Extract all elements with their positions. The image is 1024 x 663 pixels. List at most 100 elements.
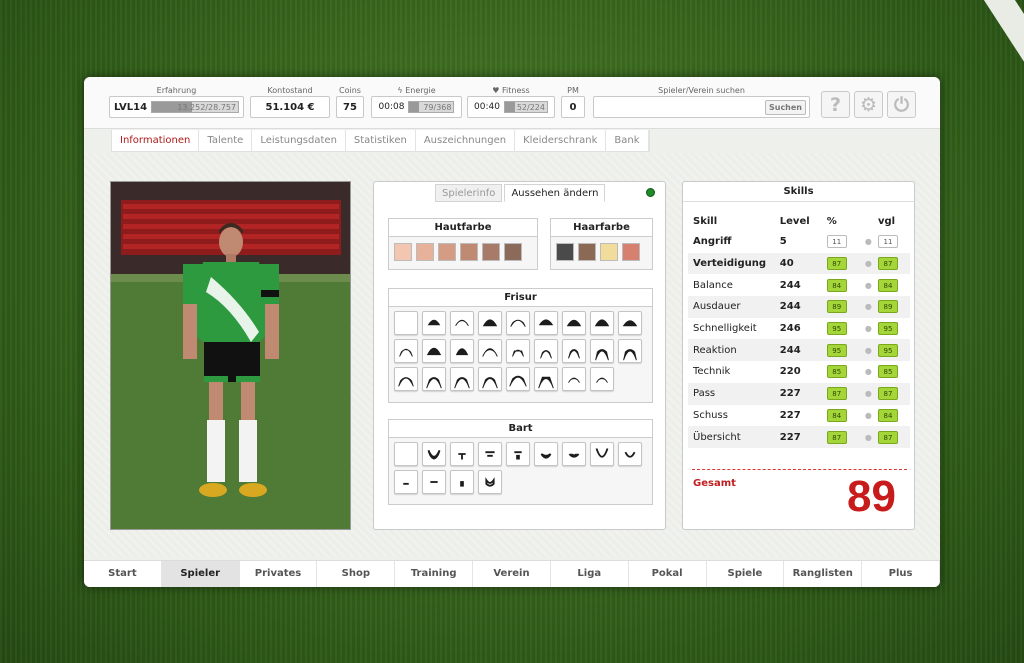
hairstyle-option-8[interactable] [590, 311, 614, 335]
tab-statistiken[interactable]: Statistiken [346, 129, 416, 152]
nav-privates[interactable]: Privates [240, 561, 318, 587]
beard-option-3[interactable] [450, 442, 474, 466]
skill-row: Technik 220 85 ● 85 [688, 361, 910, 383]
hairstyle-option-26[interactable] [590, 367, 614, 391]
hair-color-swatch-3[interactable] [600, 243, 618, 261]
beard-option-12[interactable] [450, 470, 474, 494]
hairstyle-option-12[interactable] [450, 339, 474, 363]
skin-color-swatch-6[interactable] [504, 243, 522, 261]
coins-value: 75 [336, 96, 364, 118]
gesamt-divider [692, 469, 907, 470]
skill-level: 40 [779, 252, 827, 275]
skill-vgl-badge: 11 [877, 235, 898, 249]
skill-vgl-badge: 84 [877, 278, 898, 292]
skin-color-swatch-4[interactable] [460, 243, 478, 261]
beard-option-6[interactable] [534, 442, 558, 466]
pm-value[interactable]: 0 [561, 96, 585, 118]
beard-option-9[interactable] [618, 442, 642, 466]
nav-spiele[interactable]: Spiele [707, 561, 785, 587]
nav-training[interactable]: Training [395, 561, 474, 587]
skin-color-swatch-1[interactable] [394, 243, 412, 261]
gear-icon[interactable]: ⚙ [854, 91, 883, 118]
beard-option-8[interactable] [590, 442, 614, 466]
hairstyle-option-15[interactable] [534, 339, 558, 363]
hairstyle-option-6[interactable] [534, 311, 558, 335]
hairstyle-option-11[interactable] [422, 339, 446, 363]
hairstyle-option-13[interactable] [478, 339, 502, 363]
tab-talente[interactable]: Talente [199, 129, 253, 152]
hairstyle-option-14[interactable] [506, 339, 530, 363]
energie-label: ϟ Energie [371, 85, 462, 96]
skill-pct-badge: 95 [826, 343, 847, 357]
beard-option-2[interactable] [422, 442, 446, 466]
hairstyle-option-17[interactable] [590, 339, 614, 363]
energy-bar: 79/368 [408, 101, 455, 113]
nav-pokal[interactable]: Pokal [629, 561, 707, 587]
hairstyle-option-21[interactable] [450, 367, 474, 391]
pm-box[interactable]: PM 0 [561, 85, 585, 118]
nav-ranglisten[interactable]: Ranglisten [784, 561, 863, 587]
skin-color-swatch-3[interactable] [438, 243, 456, 261]
fitness-label: ♥ Fitness [467, 85, 555, 96]
tab-leistungsdaten[interactable]: Leistungsdaten [252, 129, 346, 152]
search-input[interactable]: Suchen [593, 96, 810, 118]
skill-vgl-badge: 87 [877, 387, 898, 401]
hairstyle-option-1[interactable] [394, 311, 418, 335]
hautfarbe-title: Hautfarbe [389, 219, 537, 237]
nav-spieler[interactable]: Spieler [161, 561, 240, 587]
hairstyle-option-10[interactable] [394, 339, 418, 363]
tab-kleiderschrank[interactable]: Kleiderschrank [515, 129, 607, 152]
fitness-value: 00:40 52/224 [467, 96, 555, 118]
hairstyle-option-9[interactable] [618, 311, 642, 335]
hairstyle-option-19[interactable] [394, 367, 418, 391]
skill-vgl-cell: 95 [877, 339, 910, 362]
tab-bank[interactable]: Bank [606, 129, 649, 152]
tab-auszeichnungen[interactable]: Auszeichnungen [416, 129, 516, 152]
beard-option-13[interactable] [478, 470, 502, 494]
fitness-fill [504, 102, 515, 112]
help-icon[interactable]: ? [821, 91, 850, 118]
beard-option-7[interactable] [562, 442, 586, 466]
hairstyle-option-24[interactable] [534, 367, 558, 391]
skill-name: Reaktion [688, 339, 780, 362]
beard-option-4[interactable] [478, 442, 502, 466]
tab-informationen[interactable]: Informationen [112, 129, 200, 152]
hairstyle-option-23[interactable] [506, 367, 530, 391]
hairstyle-option-7[interactable] [562, 311, 586, 335]
sub-navigation: Informationen Talente Leistungsdaten Sta… [111, 129, 650, 152]
hairstyle-option-20[interactable] [422, 367, 446, 391]
nav-shop[interactable]: Shop [317, 561, 396, 587]
skin-color-swatch-5[interactable] [482, 243, 500, 261]
hair-color-swatch-1[interactable] [556, 243, 574, 261]
skill-name: Balance [693, 279, 733, 291]
beard-option-5[interactable] [506, 442, 530, 466]
hairstyle-option-22[interactable] [478, 367, 502, 391]
skill-pct-cell: 87 [826, 252, 859, 275]
erfahrung-label: Erfahrung [156, 86, 197, 95]
hairstyle-option-4[interactable] [478, 311, 502, 335]
tab-spielerinfo[interactable]: Spielerinfo [435, 184, 503, 202]
hairstyle-option-5[interactable] [506, 311, 530, 335]
beard-option-10[interactable] [394, 470, 418, 494]
skin-color-swatch-2[interactable] [416, 243, 434, 261]
power-icon[interactable]: ⏻ [887, 91, 916, 118]
nav-plus[interactable]: Plus [862, 561, 940, 587]
beard-option-1[interactable] [394, 442, 418, 466]
search-button[interactable]: Suchen [764, 100, 806, 115]
hairstyle-option-18[interactable] [618, 339, 642, 363]
hairstyle-option-16[interactable] [562, 339, 586, 363]
hairstyle-option-2[interactable] [422, 311, 446, 335]
skill-sep: ● [858, 296, 878, 318]
hairstyle-option-3[interactable] [450, 311, 474, 335]
nav-verein[interactable]: Verein [473, 561, 551, 587]
hair-color-swatch-4[interactable] [622, 243, 640, 261]
nav-start[interactable]: Start [84, 561, 162, 587]
frisur-section: Frisur [388, 288, 653, 403]
col-vgl: vgl [877, 216, 896, 227]
beard-option-11[interactable] [422, 470, 446, 494]
hair-color-swatch-2[interactable] [578, 243, 596, 261]
nav-liga[interactable]: Liga [551, 561, 629, 587]
hairstyle-option-25[interactable] [562, 367, 586, 391]
tab-aussehen-aendern[interactable]: Aussehen ändern [504, 184, 606, 202]
skill-vgl-badge: 84 [877, 408, 898, 422]
